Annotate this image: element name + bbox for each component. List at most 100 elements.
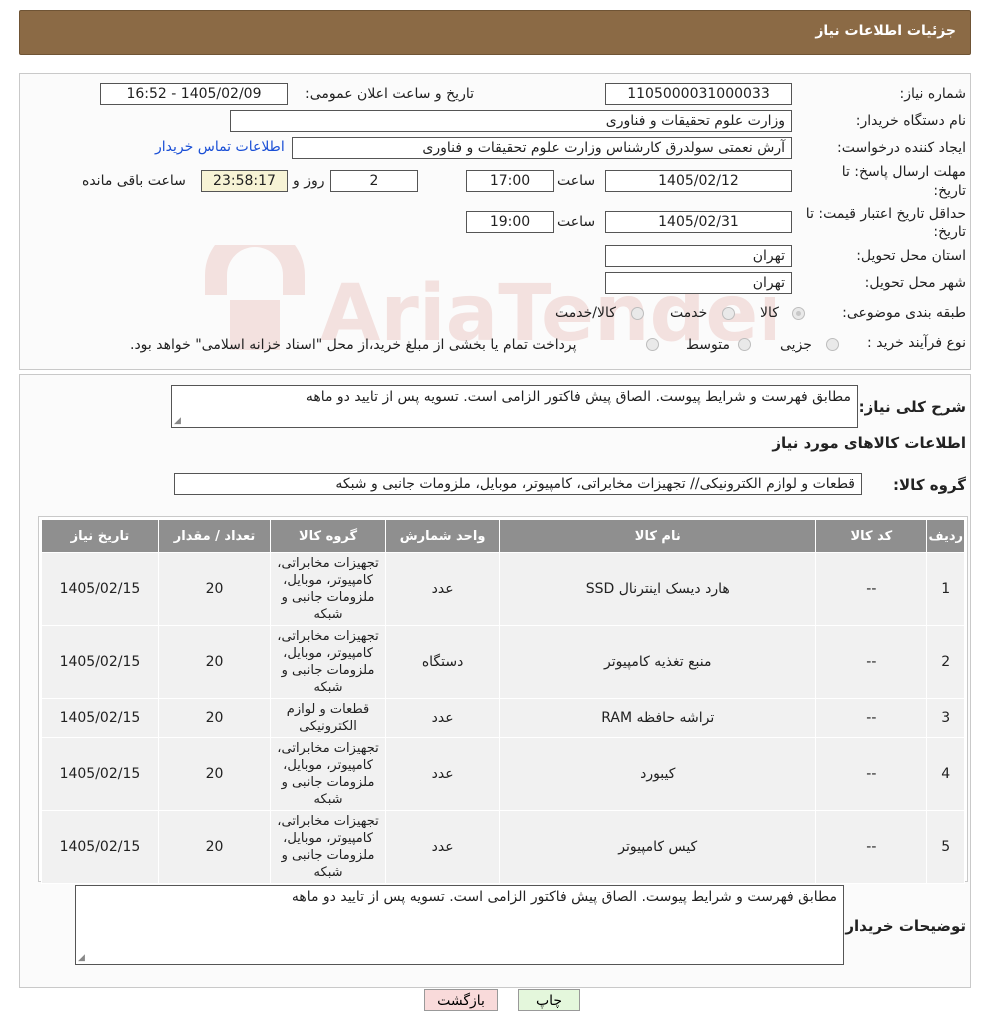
city-field: تهران <box>605 272 792 294</box>
cell-code: -- <box>815 810 928 884</box>
page-title: جزئیات اطلاعات نیاز <box>815 23 956 39</box>
cell-group: قطعات و لوازم الکترونیکی <box>270 698 386 738</box>
category-radio-service[interactable] <box>722 307 735 320</box>
buyer-notes-text: مطابق فهرست و شرایط پیوست. الصاق پیش فاک… <box>291 889 837 905</box>
cell-code: -- <box>815 737 928 811</box>
process-label: نوع فرآیند خرید : <box>867 335 966 351</box>
cell-date: 1405/02/15 <box>41 737 159 811</box>
cell-date: 1405/02/15 <box>41 625 159 699</box>
cell-row: 3 <box>926 698 965 738</box>
cell-group: تجهیزات مخابراتی، کامپیوتر، موبایل، ملزو… <box>270 552 386 626</box>
process-option-minor: جزیی <box>780 337 812 353</box>
table-row: 5 -- کیس کامپیوتر عدد تجهیزات مخابراتی، … <box>41 810 965 884</box>
process-radio-minor[interactable] <box>826 338 839 351</box>
col-header-name: نام کالا <box>499 519 817 553</box>
items-table: ردیف کد کالا نام کالا واحد شمارش گروه کا… <box>41 519 965 884</box>
cell-name: منبع تغذیه کامپیوتر <box>499 625 817 699</box>
items-table-frame: ردیف کد کالا نام کالا واحد شمارش گروه کا… <box>38 516 968 884</box>
table-row: 4 -- کیبورد عدد تجهیزات مخابراتی، کامپیو… <box>41 737 965 811</box>
cell-unit: عدد <box>384 737 501 811</box>
cell-row: 1 <box>926 552 965 626</box>
buyer-notes-label: توضیحات خریدار: <box>839 917 966 935</box>
col-header-date: تاریخ نیاز <box>41 519 159 553</box>
announce-label: تاریخ و ساعت اعلان عمومی: <box>305 86 474 102</box>
resize-grip-icon[interactable]: ◢ <box>78 953 85 963</box>
buyer-field: وزارت علوم تحقیقات و فناوری <box>230 110 792 132</box>
summary-textarea[interactable]: مطابق فهرست و شرایط پیوست. الصاق پیش فاک… <box>171 385 858 428</box>
buyer-notes-textarea[interactable]: مطابق فهرست و شرایط پیوست. الصاق پیش فاک… <box>75 885 844 965</box>
cell-date: 1405/02/15 <box>41 552 159 626</box>
creator-field: آرش نعمتی سولدرق کارشناس وزارت علوم تحقی… <box>292 137 792 159</box>
validity-label-line1: حداقل تاریخ اعتبار قیمت: تا <box>805 206 966 222</box>
time-remaining-label: ساعت باقی مانده <box>82 173 186 189</box>
col-header-row: ردیف <box>926 519 965 553</box>
deadline-time-field: 17:00 <box>466 170 554 192</box>
deadline-label-line1: مهلت ارسال پاسخ: تا <box>841 164 966 180</box>
cell-group: تجهیزات مخابراتی، کامپیوتر، موبایل، ملزو… <box>270 810 386 884</box>
table-row: 1 -- هارد دیسک اینترنال SSD عدد تجهیزات … <box>41 552 965 626</box>
summary-label: شرح کلی نیاز: <box>858 398 966 416</box>
time-remaining-field: 23:58:17 <box>201 170 288 192</box>
deadline-label-line2: تاریخ: <box>933 183 966 199</box>
cell-qty: 20 <box>157 552 272 626</box>
cell-date: 1405/02/15 <box>41 698 159 738</box>
process-option-medium: متوسط <box>686 337 730 353</box>
process-note: پرداخت تمام یا بخشی از مبلغ خرید،از محل … <box>130 337 577 353</box>
back-button[interactable]: بازگشت <box>424 989 498 1011</box>
table-row: 2 -- منبع تغذیه کامپیوتر دستگاه تجهیزات … <box>41 625 965 699</box>
cell-row: 4 <box>926 737 965 811</box>
need-number-label: شماره نیاز: <box>899 86 967 102</box>
process-radio-treasury[interactable] <box>646 338 659 351</box>
items-table-header: ردیف کد کالا نام کالا واحد شمارش گروه کا… <box>41 519 965 553</box>
resize-grip-icon[interactable]: ◢ <box>174 416 181 426</box>
deadline-time-label: ساعت <box>557 173 596 189</box>
category-option-goods: کالا <box>760 305 779 321</box>
col-header-group: گروه کالا <box>270 519 386 553</box>
cell-code: -- <box>815 552 928 626</box>
announce-field: 1405/02/09 - 16:52 <box>100 83 288 105</box>
col-header-qty: تعداد / مقدار <box>157 519 272 553</box>
validity-label-line2: تاریخ: <box>933 224 966 240</box>
cell-name: کیبورد <box>499 737 817 811</box>
cell-name: کیس کامپیوتر <box>499 810 817 884</box>
goods-group-label: گروه کالا: <box>893 476 966 494</box>
cell-date: 1405/02/15 <box>41 810 159 884</box>
category-radio-goods[interactable] <box>792 307 805 320</box>
col-header-unit: واحد شمارش <box>384 519 501 553</box>
validity-time-label: ساعت <box>557 214 596 230</box>
cell-group: تجهیزات مخابراتی، کامپیوتر، موبایل، ملزو… <box>270 625 386 699</box>
goods-section-title: اطلاعات کالاهای مورد نیاز <box>772 434 966 452</box>
category-radio-goods-service[interactable] <box>631 307 644 320</box>
days-remaining-field: 2 <box>330 170 418 192</box>
cell-qty: 20 <box>157 625 272 699</box>
cell-qty: 20 <box>157 810 272 884</box>
cell-unit: عدد <box>384 810 501 884</box>
cell-row: 5 <box>926 810 965 884</box>
table-row: 3 -- تراشه حافظه RAM عدد قطعات و لوازم ا… <box>41 698 965 738</box>
cell-unit: عدد <box>384 698 501 738</box>
col-header-code: کد کالا <box>815 519 928 553</box>
goods-group-field: قطعات و لوازم الکترونیکی// تجهیزات مخابر… <box>174 473 862 495</box>
cell-name: هارد دیسک اینترنال SSD <box>499 552 817 626</box>
cell-name: تراشه حافظه RAM <box>499 698 817 738</box>
page-header: جزئیات اطلاعات نیاز <box>19 10 971 55</box>
validity-date-field: 1405/02/31 <box>605 211 792 233</box>
deadline-date-field: 1405/02/12 <box>605 170 792 192</box>
cell-unit: دستگاه <box>384 625 501 699</box>
creator-label: ایجاد کننده درخواست: <box>837 140 966 156</box>
process-radio-medium[interactable] <box>738 338 751 351</box>
summary-text: مطابق فهرست و شرایط پیوست. الصاق پیش فاک… <box>305 389 851 405</box>
cell-unit: عدد <box>384 552 501 626</box>
category-option-service: خدمت <box>670 305 708 321</box>
category-option-goods-service: کالا/خدمت <box>555 305 616 321</box>
cell-code: -- <box>815 625 928 699</box>
province-field: تهران <box>605 245 792 267</box>
buyer-contact-link[interactable]: اطلاعات تماس خریدار <box>155 139 285 155</box>
days-label: روز و <box>293 173 325 189</box>
cell-qty: 20 <box>157 698 272 738</box>
validity-time-field: 19:00 <box>466 211 554 233</box>
need-number-field: 1105000031000033 <box>605 83 792 105</box>
buyer-label: نام دستگاه خریدار: <box>855 113 966 129</box>
print-button[interactable]: چاپ <box>518 989 580 1011</box>
cell-group: تجهیزات مخابراتی، کامپیوتر، موبایل، ملزو… <box>270 737 386 811</box>
